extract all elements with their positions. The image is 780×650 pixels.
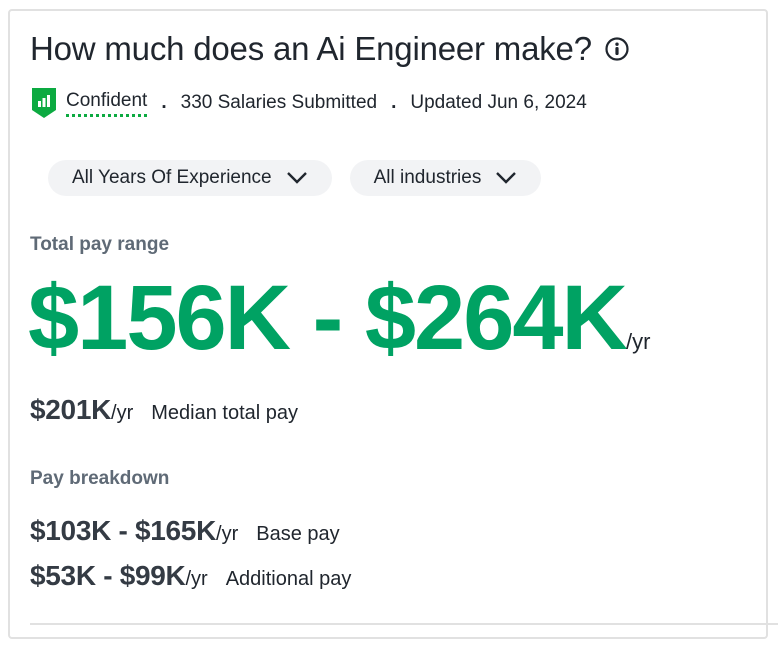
page-title: How much does an Ai Engineer make? <box>30 30 592 67</box>
industry-filter-dropdown[interactable]: All industries <box>349 160 542 196</box>
additional-pay-amount: $53K - $99K <box>30 560 186 591</box>
experience-filter-dropdown[interactable]: All Years Of Experience <box>48 160 332 196</box>
median-label: Median total pay <box>151 402 298 424</box>
median-unit: /yr <box>111 402 134 424</box>
total-pay-amount: $156K - $264K <box>28 267 628 369</box>
shield-bar-chart-icon <box>32 88 56 118</box>
salaries-count: 330 Salaries Submitted <box>180 92 378 113</box>
confidence-label[interactable]: Confident <box>66 90 148 117</box>
meta-row: Confident . 330 Salaries Submitted . Upd… <box>30 86 587 120</box>
updated-date: Updated Jun 6, 2024 <box>410 92 587 113</box>
divider <box>30 623 778 625</box>
additional-pay-label: Additional pay <box>225 568 352 590</box>
base-pay-amount: $103K - $165K <box>30 515 217 546</box>
separator: . <box>391 92 397 113</box>
pay-breakdown-label: Pay breakdown <box>30 468 170 489</box>
total-pay-label: Total pay range <box>30 234 170 255</box>
base-pay-unit: /yr <box>216 523 239 545</box>
chevron-down-icon <box>496 172 517 184</box>
chevron-down-icon <box>286 172 307 184</box>
total-pay-unit: /yr <box>625 329 651 354</box>
median-amount: $201K <box>30 394 112 425</box>
industry-filter-label: All industries <box>373 167 482 188</box>
title-row: How much does an Ai Engineer make? <box>30 30 630 68</box>
separator: . <box>161 92 167 113</box>
experience-filter-label: All Years Of Experience <box>72 167 272 188</box>
base-pay-label: Base pay <box>256 523 340 545</box>
total-pay-range: $156K - $264K /yr <box>28 272 650 364</box>
additional-pay-row: $53K - $99K /yr Additional pay <box>30 560 351 592</box>
filter-bar: All Years Of Experience All industries <box>48 160 542 196</box>
base-pay-row: $103K - $165K /yr Base pay <box>30 515 340 547</box>
info-circle-icon[interactable] <box>604 36 630 62</box>
additional-pay-unit: /yr <box>185 568 208 590</box>
median-pay-row: $201K /yr Median total pay <box>30 394 298 426</box>
